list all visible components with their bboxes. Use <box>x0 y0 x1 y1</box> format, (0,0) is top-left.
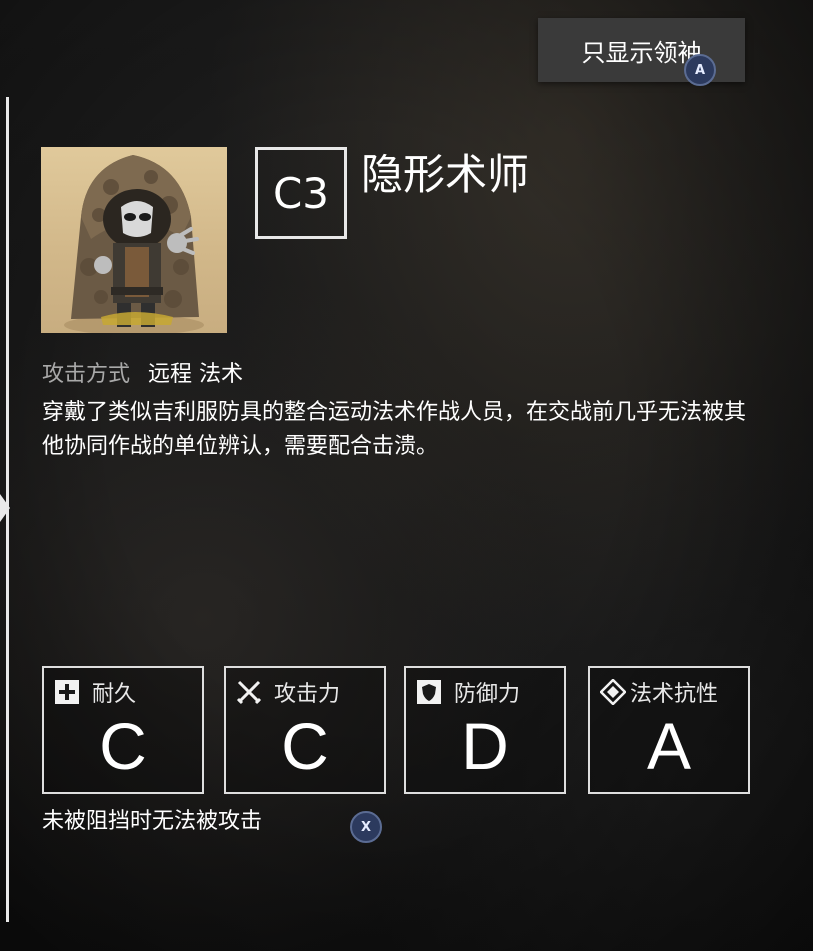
attack-type-label: 攻击方式 <box>42 362 131 387</box>
stat-magic-resistance: 法术抗性 A <box>588 666 750 794</box>
stat-header: 耐久 <box>54 676 196 708</box>
stat-label: 攻击力 <box>274 682 341 707</box>
stat-grade: C <box>99 709 147 783</box>
stat-label: 防御力 <box>454 682 521 707</box>
crossed-swords-icon <box>236 679 262 705</box>
enemy-description: 穿戴了类似吉利服防具的整合运动法术作战人员，在交战前几乎无法被其他协同作战的单位… <box>42 400 747 459</box>
stat-header: 防御力 <box>416 676 558 708</box>
stat-attack: 攻击力 C <box>224 666 386 794</box>
enemy-portrait <box>41 147 227 333</box>
attack-type-row: 攻击方式 远程 法术 <box>42 360 243 390</box>
stat-header: 法术抗性 <box>600 676 742 708</box>
stat-endurance: 耐久 C <box>42 666 204 794</box>
attack-type-value: 远程 法术 <box>148 362 244 387</box>
gamepad-a-hint-icon: A <box>684 54 716 86</box>
enemy-info-screen: 只显示领袖 A C3 隐形术师 攻击方式 远程 法术 穿戴了类似吉利服防具的整合… <box>0 0 813 951</box>
shield-icon <box>416 679 442 705</box>
gamepad-x-hint-icon[interactable]: X <box>350 811 382 843</box>
stat-grade: D <box>461 709 509 783</box>
stat-header: 攻击力 <box>236 676 378 708</box>
stat-grade: C <box>281 709 329 783</box>
stat-label: 法术抗性 <box>630 682 719 707</box>
plus-icon <box>54 679 80 705</box>
enemy-level-badge: C3 <box>255 147 347 239</box>
stat-grade: A <box>646 709 692 783</box>
magic-diamond-icon <box>600 679 626 705</box>
hooded-caster-image <box>64 155 204 333</box>
collapse-arrow-icon[interactable] <box>0 494 10 522</box>
stat-defense: 防御力 D <box>404 666 566 794</box>
special-trait-note: 未被阻挡时无法被攻击 <box>42 809 263 834</box>
stat-label: 耐久 <box>92 682 137 707</box>
enemy-name: 隐形术师 <box>361 150 530 199</box>
